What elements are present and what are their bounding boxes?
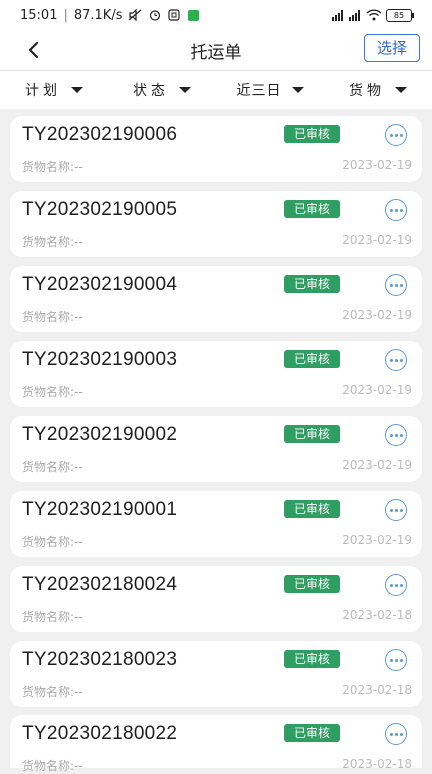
goods-name: 货物名称:-- bbox=[22, 160, 83, 174]
more-icon[interactable] bbox=[385, 499, 407, 521]
order-date: 2023-02-19 bbox=[342, 158, 412, 172]
status-badge: 已审核 bbox=[284, 425, 340, 443]
caret-down-icon bbox=[71, 87, 83, 93]
status-right: 85 bbox=[332, 8, 414, 22]
filter-label: 状态 bbox=[133, 83, 169, 99]
order-number: TY202302190005 bbox=[22, 199, 178, 220]
order-date: 2023-02-18 bbox=[342, 608, 412, 622]
order-date: 2023-02-19 bbox=[342, 233, 412, 247]
more-icon[interactable] bbox=[385, 274, 407, 296]
alarm-icon bbox=[148, 9, 162, 21]
goods-name: 货物名称:-- bbox=[22, 685, 83, 699]
order-card[interactable]: TY202302190004 已审核 货物名称:-- 2023-02-19 bbox=[10, 266, 422, 332]
filter-date[interactable]: 近三日 bbox=[216, 71, 324, 109]
order-number: TY202302190006 bbox=[22, 124, 178, 145]
mute-icon bbox=[128, 8, 142, 22]
battery-icon: 85 bbox=[386, 8, 414, 22]
order-number: TY202302190002 bbox=[22, 424, 178, 445]
filter-label: 货物 bbox=[349, 83, 385, 99]
filter-label: 计划 bbox=[25, 83, 61, 99]
caret-down-icon bbox=[291, 87, 304, 93]
separator: | bbox=[63, 7, 68, 23]
caret-down-icon bbox=[179, 87, 191, 93]
filter-label: 近三日 bbox=[236, 83, 282, 99]
status-badge: 已审核 bbox=[284, 350, 340, 368]
order-date: 2023-02-18 bbox=[342, 683, 412, 697]
goods-name: 货物名称:-- bbox=[22, 235, 83, 249]
status-badge: 已审核 bbox=[284, 650, 340, 668]
filter-status[interactable]: 状态 bbox=[108, 71, 216, 109]
more-icon[interactable] bbox=[385, 723, 407, 745]
status-badge: 已审核 bbox=[284, 125, 340, 143]
status-badge: 已审核 bbox=[284, 275, 340, 293]
more-icon[interactable] bbox=[385, 574, 407, 596]
caret-down-icon bbox=[395, 87, 407, 93]
order-card[interactable]: TY202302190001 已审核 货物名称:-- 2023-02-19 bbox=[10, 491, 422, 557]
status-badge: 已审核 bbox=[284, 724, 340, 742]
status-badge: 已审核 bbox=[284, 575, 340, 593]
order-number: TY202302190001 bbox=[22, 499, 178, 520]
status-badge: 已审核 bbox=[284, 200, 340, 218]
app-notification-icon bbox=[168, 9, 182, 21]
order-card[interactable]: TY202302180023 已审核 货物名称:-- 2023-02-18 bbox=[10, 641, 422, 707]
order-card[interactable]: TY202302180022 已审核 货物名称:-- 2023-02-18 bbox=[10, 715, 422, 773]
goods-name: 货物名称:-- bbox=[22, 310, 83, 324]
order-date: 2023-02-19 bbox=[342, 383, 412, 397]
order-number: TY202302190003 bbox=[22, 349, 178, 370]
order-number: TY202302180022 bbox=[22, 723, 178, 744]
order-card[interactable]: TY202302190006 已审核 货物名称:-- 2023-02-19 bbox=[10, 116, 422, 182]
order-number: TY202302190004 bbox=[22, 274, 178, 295]
select-button[interactable]: 选择 bbox=[364, 34, 420, 62]
status-bar: 15:01 | 87.1K/s 85 bbox=[0, 0, 432, 30]
wifi-icon bbox=[366, 9, 382, 21]
order-card[interactable]: TY202302190003 已审核 货物名称:-- 2023-02-19 bbox=[10, 341, 422, 407]
order-date: 2023-02-19 bbox=[342, 458, 412, 472]
goods-name: 货物名称:-- bbox=[22, 535, 83, 549]
more-icon[interactable] bbox=[385, 124, 407, 146]
status-left: 15:01 | 87.1K/s bbox=[20, 7, 200, 23]
more-icon[interactable] bbox=[385, 649, 407, 671]
order-number: TY202302180023 bbox=[22, 649, 178, 670]
more-icon[interactable] bbox=[385, 199, 407, 221]
order-number: TY202302180024 bbox=[22, 574, 178, 595]
network-speed: 87.1K/s bbox=[73, 7, 123, 23]
clock: 15:01 bbox=[20, 7, 58, 23]
signal-icon bbox=[332, 9, 343, 21]
filter-bar: 计划 状态 近三日 货物 bbox=[0, 71, 432, 109]
order-card[interactable]: TY202302190005 已审核 货物名称:-- 2023-02-19 bbox=[10, 191, 422, 257]
green-app-icon bbox=[188, 9, 200, 21]
order-date: 2023-02-18 bbox=[342, 757, 412, 771]
goods-name: 货物名称:-- bbox=[22, 460, 83, 474]
order-date: 2023-02-19 bbox=[342, 533, 412, 547]
more-icon[interactable] bbox=[385, 349, 407, 371]
goods-name: 货物名称:-- bbox=[22, 385, 83, 399]
more-icon[interactable] bbox=[385, 424, 407, 446]
order-card[interactable]: TY202302180024 已审核 货物名称:-- 2023-02-18 bbox=[10, 566, 422, 632]
signal-icon-2 bbox=[349, 9, 360, 21]
order-card[interactable]: TY202302190002 已审核 货物名称:-- 2023-02-19 bbox=[10, 416, 422, 482]
goods-name: 货物名称:-- bbox=[22, 759, 83, 773]
app-header: 托运单 选择 bbox=[0, 30, 432, 70]
order-date: 2023-02-19 bbox=[342, 308, 412, 322]
status-badge: 已审核 bbox=[284, 500, 340, 518]
filter-plan[interactable]: 计划 bbox=[0, 71, 108, 109]
filter-goods[interactable]: 货物 bbox=[324, 71, 432, 109]
goods-name: 货物名称:-- bbox=[22, 610, 83, 624]
